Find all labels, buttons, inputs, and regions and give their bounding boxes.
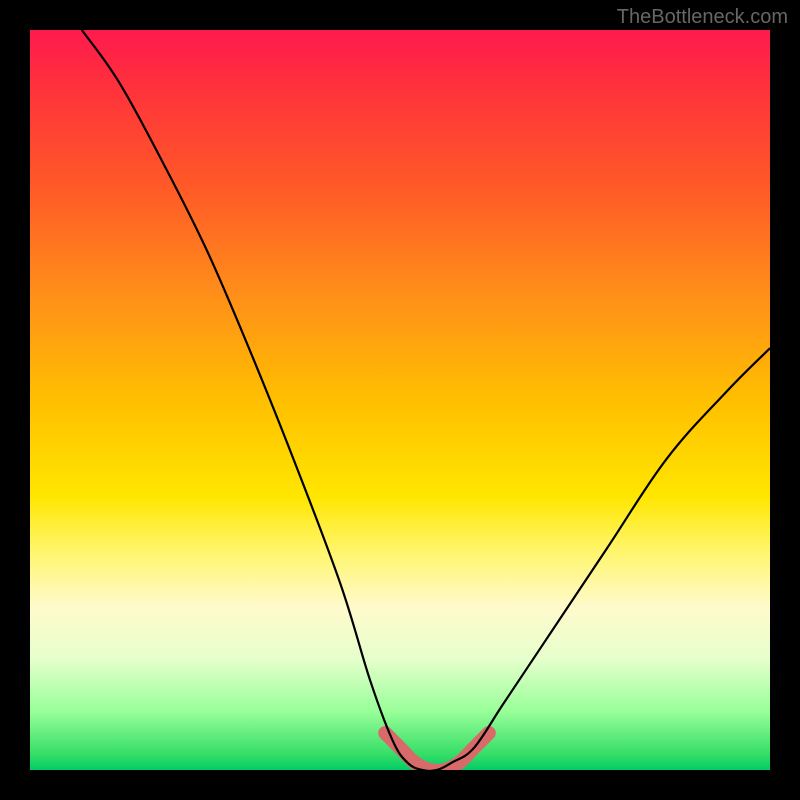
watermark: TheBottleneck.com — [617, 6, 788, 29]
chart-svg — [30, 30, 770, 770]
bottleneck-curve — [82, 30, 770, 770]
valley-band — [385, 733, 489, 770]
chart-plot-area — [30, 30, 770, 770]
